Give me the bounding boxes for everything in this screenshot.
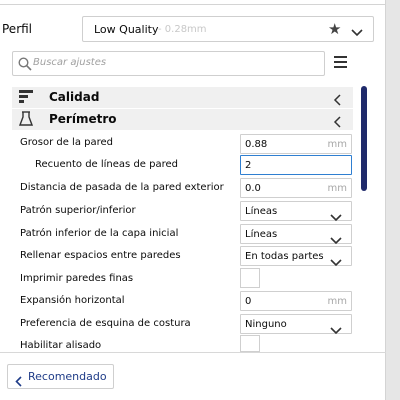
horizontal-expansion-input[interactable]: 0 mm (240, 291, 352, 311)
profile-name: Low Quality (94, 23, 159, 36)
chevron-down-icon (330, 320, 342, 339)
fill-gaps-select[interactable]: En todas partes (240, 246, 352, 267)
initial-layer-bottom-pattern-select[interactable]: Líneas (240, 224, 352, 245)
setting-label: Rellenar espacios entre paredes (20, 250, 181, 261)
setting-label: Recuento de líneas de pared (35, 159, 178, 170)
field-unit: mm (327, 296, 347, 307)
category-quality-label: Calidad (49, 90, 100, 104)
wall-thickness-input[interactable]: 0.88 mm (240, 134, 352, 154)
setting-label: Imprimir paredes finas (20, 273, 134, 284)
settings-scrollbar[interactable] (361, 86, 367, 191)
chevron-down-icon (330, 252, 342, 271)
perimeter-icon (18, 111, 34, 130)
chevron-down-icon[interactable] (351, 22, 363, 41)
setting-label: Habilitar alisado (20, 340, 102, 351)
field-value: En todas partes (245, 251, 324, 262)
footer-divider (0, 352, 386, 353)
profile-layer-height: - 0.28mm (158, 24, 207, 35)
top-bottom-pattern-select[interactable]: Líneas (240, 201, 352, 222)
chevron-left-icon[interactable] (333, 113, 341, 132)
field-unit: mm (327, 139, 347, 150)
recommended-label: Recomendado (28, 370, 107, 383)
profile-label: Perfil (2, 22, 33, 36)
chevron-left-icon (15, 372, 22, 391)
recommended-button[interactable]: Recomendado (7, 364, 114, 389)
category-perimeter-label: Perímetro (49, 112, 117, 126)
print-settings-panel: Perfil Low Quality - 0.28mm ★ Buscar aju… (0, 0, 386, 400)
profile-select[interactable]: Low Quality - 0.28mm ★ (82, 16, 374, 42)
outer-wall-wipe-distance-input[interactable]: 0.0 mm (240, 178, 352, 198)
search-icon (18, 56, 32, 75)
chevron-left-icon[interactable] (333, 91, 341, 110)
field-unit: mm (327, 183, 347, 194)
field-value: Líneas (245, 229, 278, 240)
setting-label: Expansión horizontal (20, 295, 125, 306)
field-value: Ninguno (245, 319, 287, 330)
print-thin-walls-checkbox[interactable] (240, 268, 260, 288)
setting-label: Distancia de pasada de la pared exterior (20, 182, 224, 193)
setting-label: Preferencia de esquina de costura (20, 318, 191, 329)
top-divider (0, 0, 386, 5)
category-perimeter[interactable]: Perímetro (12, 109, 353, 130)
wall-line-count-input[interactable]: 2 (240, 155, 352, 175)
settings-menu-icon[interactable] (334, 56, 347, 71)
field-value: 0.88 (245, 139, 268, 150)
quality-icon (19, 89, 33, 108)
setting-label: Patrón inferior de la capa inicial (20, 228, 179, 239)
field-value: Líneas (245, 206, 278, 217)
field-value: 2 (245, 160, 252, 171)
field-value: 0.0 (245, 183, 261, 194)
field-value: 0 (245, 296, 252, 307)
setting-label: Grosor de la pared (20, 137, 114, 148)
search-placeholder: Buscar ajustes (33, 57, 107, 68)
search-settings-input[interactable]: Buscar ajustes (12, 51, 325, 76)
seam-corner-preference-select[interactable]: Ninguno (240, 314, 352, 335)
star-icon[interactable]: ★ (328, 20, 341, 38)
enable-ironing-checkbox[interactable] (240, 335, 260, 352)
setting-label: Patrón superior/inferior (20, 205, 136, 216)
category-quality[interactable]: Calidad (12, 87, 353, 108)
